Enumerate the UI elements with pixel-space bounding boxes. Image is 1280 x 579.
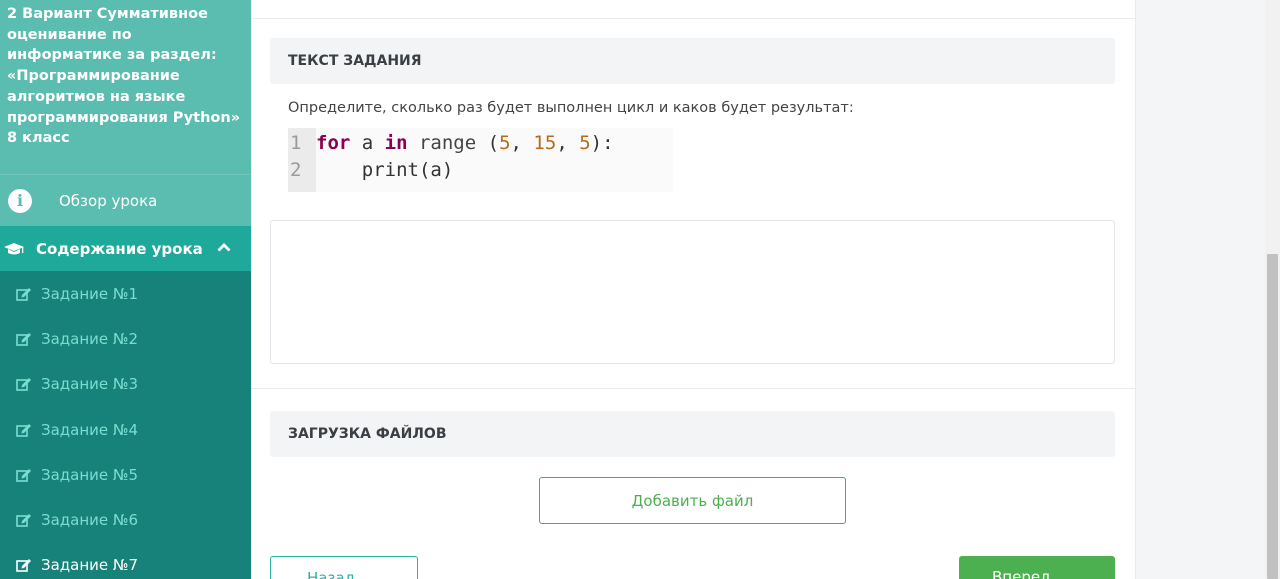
chevron-up-icon [217, 243, 231, 252]
code-punct: ): [590, 132, 614, 154]
info-icon: i [8, 188, 32, 213]
edit-icon [16, 468, 31, 482]
edit-icon [16, 423, 31, 437]
code-punct: , [510, 132, 534, 154]
divider [251, 388, 1136, 389]
code-keyword: for [316, 132, 351, 154]
sidebar-item-label: Задание №2 [41, 329, 139, 348]
sidebar-item-label: Задание №5 [41, 465, 139, 484]
sidebar-item-label: Задание №6 [41, 511, 139, 530]
code-block: 1 for a in range (5, 15, 5): 2 print(a) [288, 128, 673, 192]
code-keyword: in [384, 132, 408, 154]
scrollbar-thumb[interactable] [1267, 254, 1278, 579]
next-label: Вперед [992, 568, 1051, 579]
lesson-title: 2 Вариант Суммативное оценивание по инфо… [0, 0, 251, 174]
code-number: 15 [533, 132, 557, 154]
divider [251, 18, 1136, 19]
edit-icon [16, 559, 31, 573]
edit-icon [16, 287, 31, 301]
sidebar-item-task-6[interactable]: Задание №6 [0, 497, 251, 542]
sidebar-item-task-2[interactable]: Задание №2 [0, 316, 251, 361]
task-list: Задание №1 Задание №2 Задание №3 Задание… [0, 271, 251, 579]
add-file-button[interactable]: Добавить файл [539, 477, 846, 524]
code-line-2: 2 print(a) [288, 157, 453, 184]
scrollbar[interactable] [1265, 0, 1280, 579]
edit-icon [16, 378, 31, 392]
main-content: ТЕКСТ ЗАДАНИЯ Определите, сколько раз бу… [251, 0, 1136, 579]
file-upload-heading: ЗАГРУЗКА ФАЙЛОВ [270, 411, 1115, 457]
back-button[interactable]: Назад [270, 556, 418, 579]
sidebar-item-label: Задание №4 [41, 420, 139, 439]
sidebar-content-label: Содержание урока [36, 239, 203, 258]
line-number: 2 [290, 159, 302, 181]
graduation-cap-icon [4, 242, 24, 254]
sidebar-item-task-5[interactable]: Задание №5 [0, 452, 251, 497]
line-number: 1 [290, 132, 302, 154]
sidebar-content-toggle[interactable]: Содержание урока [0, 226, 251, 271]
edit-icon [16, 332, 31, 346]
sidebar: 2 Вариант Суммативное оценивание по инфо… [0, 0, 251, 579]
sidebar-overview-link[interactable]: i Обзор урока [0, 174, 251, 226]
code-number: 5 [579, 132, 591, 154]
answer-textarea[interactable] [270, 220, 1115, 364]
sidebar-item-task-4[interactable]: Задание №4 [0, 407, 251, 452]
code-line-1: 1 for a in range (5, 15, 5): [288, 130, 614, 157]
sidebar-item-task-7[interactable]: Задание №7 [0, 543, 251, 579]
code-number: 5 [499, 132, 511, 154]
back-label: Назад [307, 569, 356, 579]
next-button[interactable]: Вперед [959, 556, 1115, 579]
code-text: print(a) [316, 159, 454, 181]
sidebar-overview-label: Обзор урока [59, 191, 158, 210]
sidebar-item-label: Задание №1 [41, 284, 139, 303]
code-function: range [407, 132, 488, 154]
sidebar-item-task-3[interactable]: Задание №3 [0, 362, 251, 407]
code-punct: ( [487, 132, 500, 154]
sidebar-item-task-1[interactable]: Задание №1 [0, 271, 251, 316]
code-var: a [350, 132, 385, 154]
sidebar-item-label: Задание №3 [41, 375, 139, 394]
code-punct: , [556, 132, 580, 154]
task-text-heading: ТЕКСТ ЗАДАНИЯ [270, 38, 1115, 84]
sidebar-item-label: Задание №7 [41, 556, 139, 575]
edit-icon [16, 514, 31, 527]
task-question: Определите, сколько раз будет выполнен ц… [288, 100, 854, 116]
